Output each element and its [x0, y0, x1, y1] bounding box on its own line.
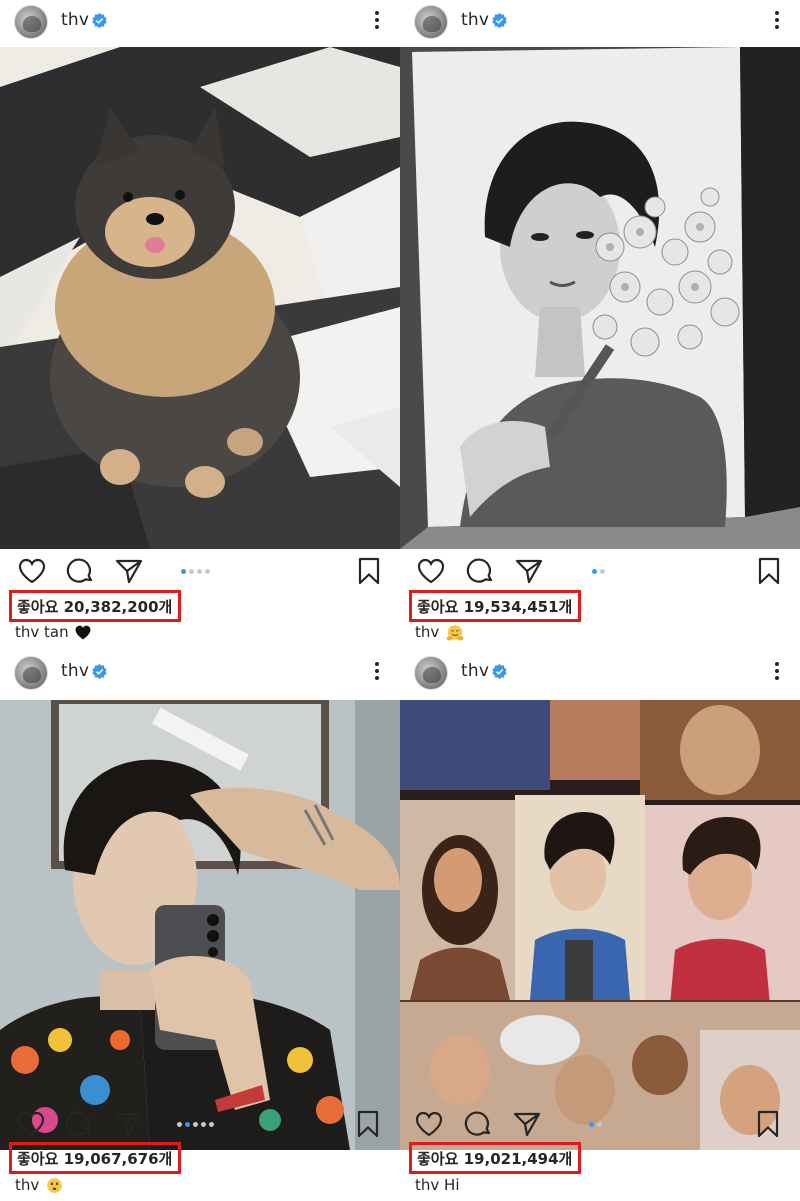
post-photo-dog[interactable]	[0, 47, 400, 549]
caption-username[interactable]: thv	[15, 623, 39, 641]
likes-count[interactable]: 좋아요 19,067,676개	[17, 1148, 172, 1169]
like-heart-icon[interactable]	[17, 556, 47, 586]
verified-badge-icon	[92, 13, 107, 28]
caption-text: tan	[44, 623, 69, 641]
post-actions	[400, 1109, 800, 1143]
caption-text: Hi	[444, 1176, 460, 1194]
likes-count[interactable]: 좋아요 19,021,494개	[417, 1148, 572, 1169]
comment-icon[interactable]	[466, 556, 496, 586]
save-bookmark-icon[interactable]	[353, 1109, 383, 1139]
post-card: thv	[0, 651, 400, 1201]
verified-badge-icon	[492, 664, 507, 679]
carousel-dot	[197, 569, 202, 574]
username[interactable]: thv	[61, 661, 89, 681]
avatar[interactable]	[14, 5, 48, 39]
comment-icon[interactable]	[464, 1109, 494, 1139]
username[interactable]: thv	[461, 661, 489, 681]
carousel-dot	[181, 569, 186, 574]
post-header: thv	[400, 651, 800, 697]
save-bookmark-icon[interactable]	[354, 556, 384, 586]
post-header: thv	[0, 651, 400, 697]
caption-username[interactable]: thv	[415, 623, 439, 641]
share-send-icon[interactable]	[514, 556, 544, 586]
caption-username[interactable]: thv	[15, 1176, 39, 1194]
post-photo-mirror-selfie[interactable]	[0, 700, 400, 1150]
post-header: thv	[400, 0, 800, 46]
post-header: thv	[0, 0, 400, 46]
avatar[interactable]	[414, 5, 448, 39]
carousel-dot	[205, 569, 210, 574]
post-photo-photobooth-strips[interactable]	[400, 700, 800, 1150]
carousel-dot	[193, 1122, 198, 1127]
more-options-icon[interactable]	[774, 9, 780, 31]
like-heart-icon[interactable]	[16, 1109, 46, 1139]
comment-icon[interactable]	[66, 556, 96, 586]
avatar[interactable]	[14, 656, 48, 690]
carousel-dot	[185, 1122, 190, 1127]
verified-badge-icon	[92, 664, 107, 679]
carousel-dot	[201, 1122, 206, 1127]
save-bookmark-icon[interactable]	[753, 1109, 783, 1139]
share-send-icon[interactable]	[512, 1109, 542, 1139]
likes-highlight-box: 좋아요 19,021,494개	[409, 1142, 582, 1174]
hushed-face-icon	[47, 1178, 62, 1193]
like-heart-icon[interactable]	[416, 556, 446, 586]
save-bookmark-icon[interactable]	[754, 556, 784, 586]
carousel-dot	[177, 1122, 182, 1127]
post-photo-portrait-flowers[interactable]	[400, 47, 800, 549]
username[interactable]: thv	[461, 10, 489, 30]
caption: thv Hi	[415, 1176, 460, 1194]
carousel-dot	[589, 1122, 594, 1127]
likes-highlight-box: 좋아요 19,534,451개	[409, 590, 582, 622]
post-card: thv	[0, 0, 400, 650]
hugging-face-icon	[446, 624, 464, 640]
carousel-dot	[600, 569, 605, 574]
likes-highlight-box: 좋아요 19,067,676개	[9, 1142, 182, 1174]
likes-count[interactable]: 좋아요 19,534,451개	[417, 596, 572, 617]
avatar[interactable]	[414, 656, 448, 690]
carousel-dot	[209, 1122, 214, 1127]
share-send-icon[interactable]	[114, 556, 144, 586]
caption-username[interactable]: thv	[415, 1176, 439, 1194]
carousel-dot	[592, 569, 597, 574]
like-heart-icon[interactable]	[414, 1109, 444, 1139]
more-options-icon[interactable]	[374, 9, 380, 31]
carousel-dot	[189, 569, 194, 574]
post-card: thv	[400, 0, 800, 650]
likes-count[interactable]: 좋아요 20,382,200개	[17, 596, 172, 617]
share-send-icon[interactable]	[113, 1109, 143, 1139]
verified-badge-icon	[492, 13, 507, 28]
comment-icon[interactable]	[65, 1109, 95, 1139]
black-heart-icon	[75, 625, 91, 640]
likes-highlight-box: 좋아요 20,382,200개	[9, 590, 182, 622]
carousel-dot	[597, 1122, 602, 1127]
caption: thv	[415, 623, 464, 642]
post-actions	[0, 1109, 400, 1143]
more-options-icon[interactable]	[774, 660, 780, 682]
caption: thv	[15, 1176, 63, 1194]
caption: thv tan	[15, 623, 91, 641]
post-actions	[400, 556, 800, 590]
post-card: thv	[400, 651, 800, 1201]
more-options-icon[interactable]	[374, 660, 380, 682]
username[interactable]: thv	[61, 10, 89, 30]
post-actions	[0, 556, 400, 590]
